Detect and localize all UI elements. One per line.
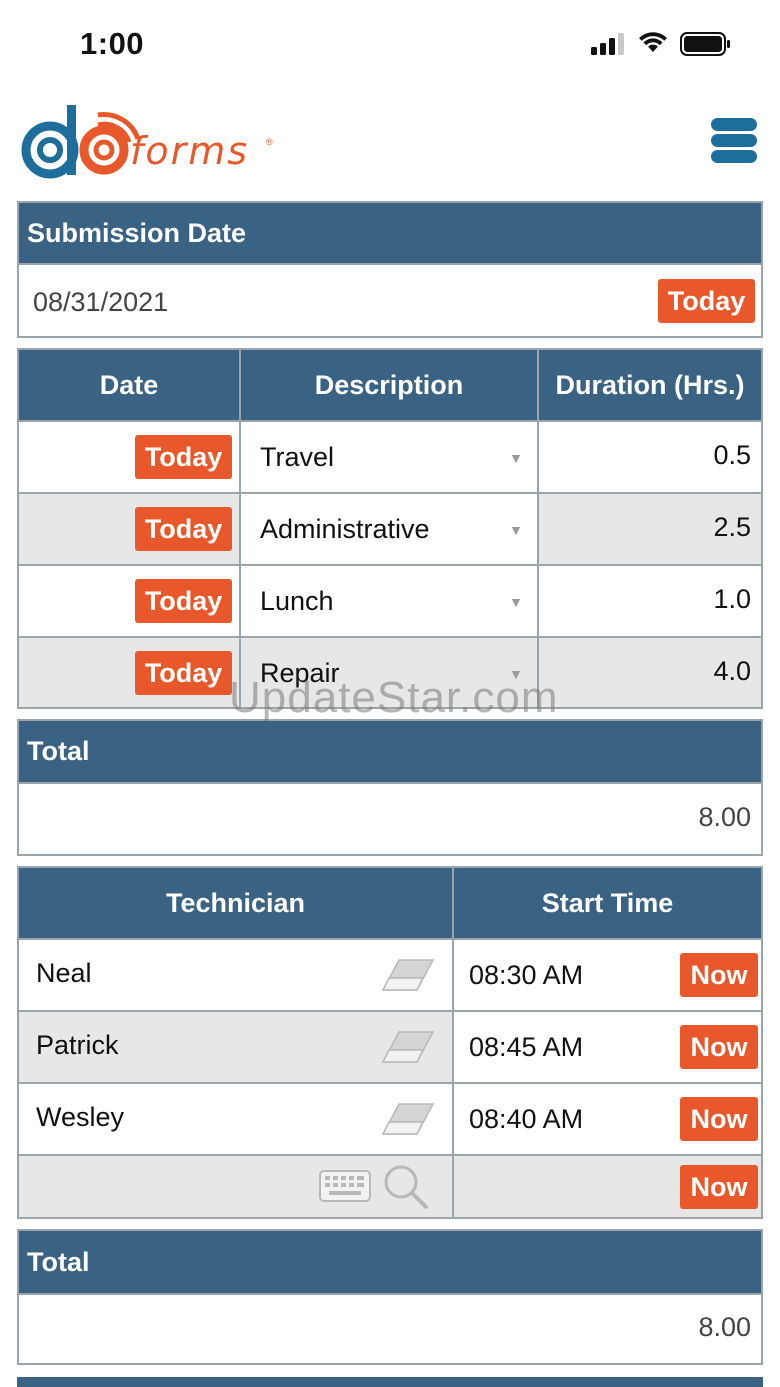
wifi-icon	[639, 32, 667, 52]
row-today-button[interactable]: Today	[135, 507, 232, 551]
submission-date-header: Submission Date	[17, 201, 763, 265]
table-row-date-cell: Today	[17, 420, 241, 494]
now-button[interactable]: Now	[680, 953, 758, 997]
doforms-logo: forms ®	[18, 97, 273, 192]
now-button[interactable]: Now	[680, 1165, 758, 1209]
eraser-icon[interactable]	[381, 1102, 435, 1138]
column-header-description: Description	[239, 348, 539, 422]
submission-date-value: 08/31/2021	[33, 287, 169, 317]
row-today-button[interactable]: Today	[135, 579, 232, 623]
start-time-field[interactable]: 08:30 AM Now	[452, 938, 763, 1012]
logo-reg-mark: ®	[266, 137, 273, 147]
description-value: Lunch	[260, 586, 334, 616]
dropdown-caret-icon: ▼	[509, 522, 523, 538]
technician-field[interactable]	[17, 1154, 454, 1219]
total-hours-label: Total	[27, 736, 90, 766]
app-header: forms ®	[0, 95, 780, 195]
duration-value: 0.5	[713, 440, 751, 470]
description-value: Travel	[260, 442, 335, 472]
start-time-field[interactable]: Now	[452, 1154, 763, 1219]
technician-field[interactable]: Neal	[17, 938, 454, 1012]
total-hours-value: 8.00	[698, 802, 751, 832]
eraser-icon[interactable]	[381, 1030, 435, 1066]
submission-date-label: Submission Date	[27, 217, 247, 248]
description-select[interactable]: Travel ▼	[239, 420, 539, 494]
start-time-value: 08:40 AM	[469, 1104, 584, 1134]
logo-text: forms	[130, 129, 250, 173]
description-value: Administrative	[260, 514, 430, 544]
row-today-button[interactable]: Today	[135, 435, 232, 479]
table-row-date-cell: Today	[17, 564, 241, 638]
keyboard-icon[interactable]	[319, 1170, 371, 1202]
signal-icon	[591, 33, 624, 55]
total-hours-field: 8.00	[17, 782, 763, 856]
duration-field[interactable]: 4.0	[537, 636, 763, 709]
now-button[interactable]: Now	[680, 1025, 758, 1069]
technician-name: Neal	[36, 958, 92, 988]
total-technician-label: Total	[27, 1246, 90, 1277]
total-technician-header: Total	[17, 1229, 763, 1295]
technician-field[interactable]: Patrick	[17, 1010, 454, 1084]
duration-value: 1.0	[713, 584, 751, 614]
duration-value: 2.5	[713, 512, 751, 542]
battery-icon	[680, 32, 730, 56]
column-header-duration: Duration (Hrs.)	[537, 348, 763, 422]
duration-field[interactable]: 2.5	[537, 492, 763, 566]
column-header-technician: Technician	[17, 866, 454, 940]
start-time-field[interactable]: 08:40 AM Now	[452, 1082, 763, 1156]
description-select[interactable]: Administrative ▼	[239, 492, 539, 566]
duration-value: 4.0	[713, 656, 751, 686]
technician-field[interactable]: Wesley	[17, 1082, 454, 1156]
submission-date-field[interactable]: 08/31/2021 Today	[17, 263, 763, 338]
submission-today-button[interactable]: Today	[658, 279, 755, 323]
status-bar: 1:00	[0, 0, 780, 90]
column-header-start-time: Start Time	[452, 866, 763, 940]
duration-field[interactable]: 0.5	[537, 420, 763, 494]
logo-mark-icon	[21, 105, 141, 179]
start-time-field[interactable]: 08:45 AM Now	[452, 1010, 763, 1084]
dropdown-caret-icon: ▼	[509, 450, 523, 466]
total-technician-field: 8.00	[17, 1293, 763, 1365]
search-icon[interactable]	[383, 1164, 429, 1210]
watermark: UpdateStar.com	[229, 673, 559, 722]
description-select[interactable]: Lunch ▼	[239, 564, 539, 638]
table-row-date-cell: Today	[17, 636, 241, 709]
duration-field[interactable]: 1.0	[537, 564, 763, 638]
eraser-icon[interactable]	[381, 958, 435, 994]
total-hours-header: Total	[17, 719, 763, 784]
column-header-date: Date	[17, 348, 241, 422]
table-row-date-cell: Today	[17, 492, 241, 566]
menu-icon[interactable]	[711, 118, 759, 166]
status-time: 1:00	[80, 26, 145, 61]
start-time-value: 08:45 AM	[469, 1032, 584, 1062]
start-time-value: 08:30 AM	[469, 960, 584, 990]
technician-name: Wesley	[36, 1102, 125, 1132]
next-section-header	[17, 1377, 763, 1387]
now-button[interactable]: Now	[680, 1097, 758, 1141]
dropdown-caret-icon: ▼	[509, 594, 523, 610]
technician-name: Patrick	[36, 1030, 119, 1060]
total-technician-value: 8.00	[698, 1312, 751, 1342]
row-today-button[interactable]: Today	[135, 651, 232, 695]
